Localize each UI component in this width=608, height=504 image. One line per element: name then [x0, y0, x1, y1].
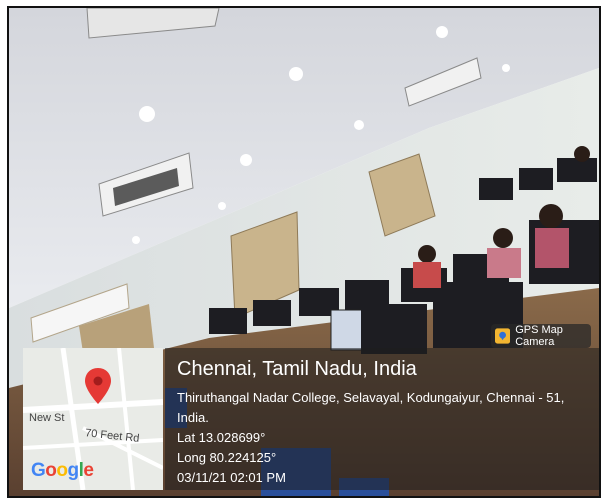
location-datetime: 03/11/21 02:01 PM	[177, 470, 286, 485]
gps-map-camera-label: GPS Map Camera	[515, 324, 563, 348]
map-pin-icon	[85, 368, 111, 404]
gps-map-camera-icon	[495, 328, 511, 344]
location-longitude: Long 80.224125°	[177, 450, 277, 465]
map-thumbnail: New St 70 Feet Rd Google	[23, 348, 163, 490]
location-address-line-2: India.	[177, 410, 209, 425]
map-street-label: New St	[29, 412, 65, 424]
photo-frame: New St 70 Feet Rd Google GPS Map Camera …	[7, 6, 601, 498]
google-logo: Google	[31, 460, 94, 481]
gps-map-camera-badge: GPS Map Camera	[491, 324, 591, 348]
location-city: Chennai, Tamil Nadu, India	[177, 358, 417, 380]
location-info-panel: Chennai, Tamil Nadu, India Thiruthangal …	[165, 348, 599, 490]
location-latitude: Lat 13.028699°	[177, 430, 266, 445]
location-address-line-1: Thiruthangal Nadar College, Selavayal, K…	[177, 390, 565, 405]
